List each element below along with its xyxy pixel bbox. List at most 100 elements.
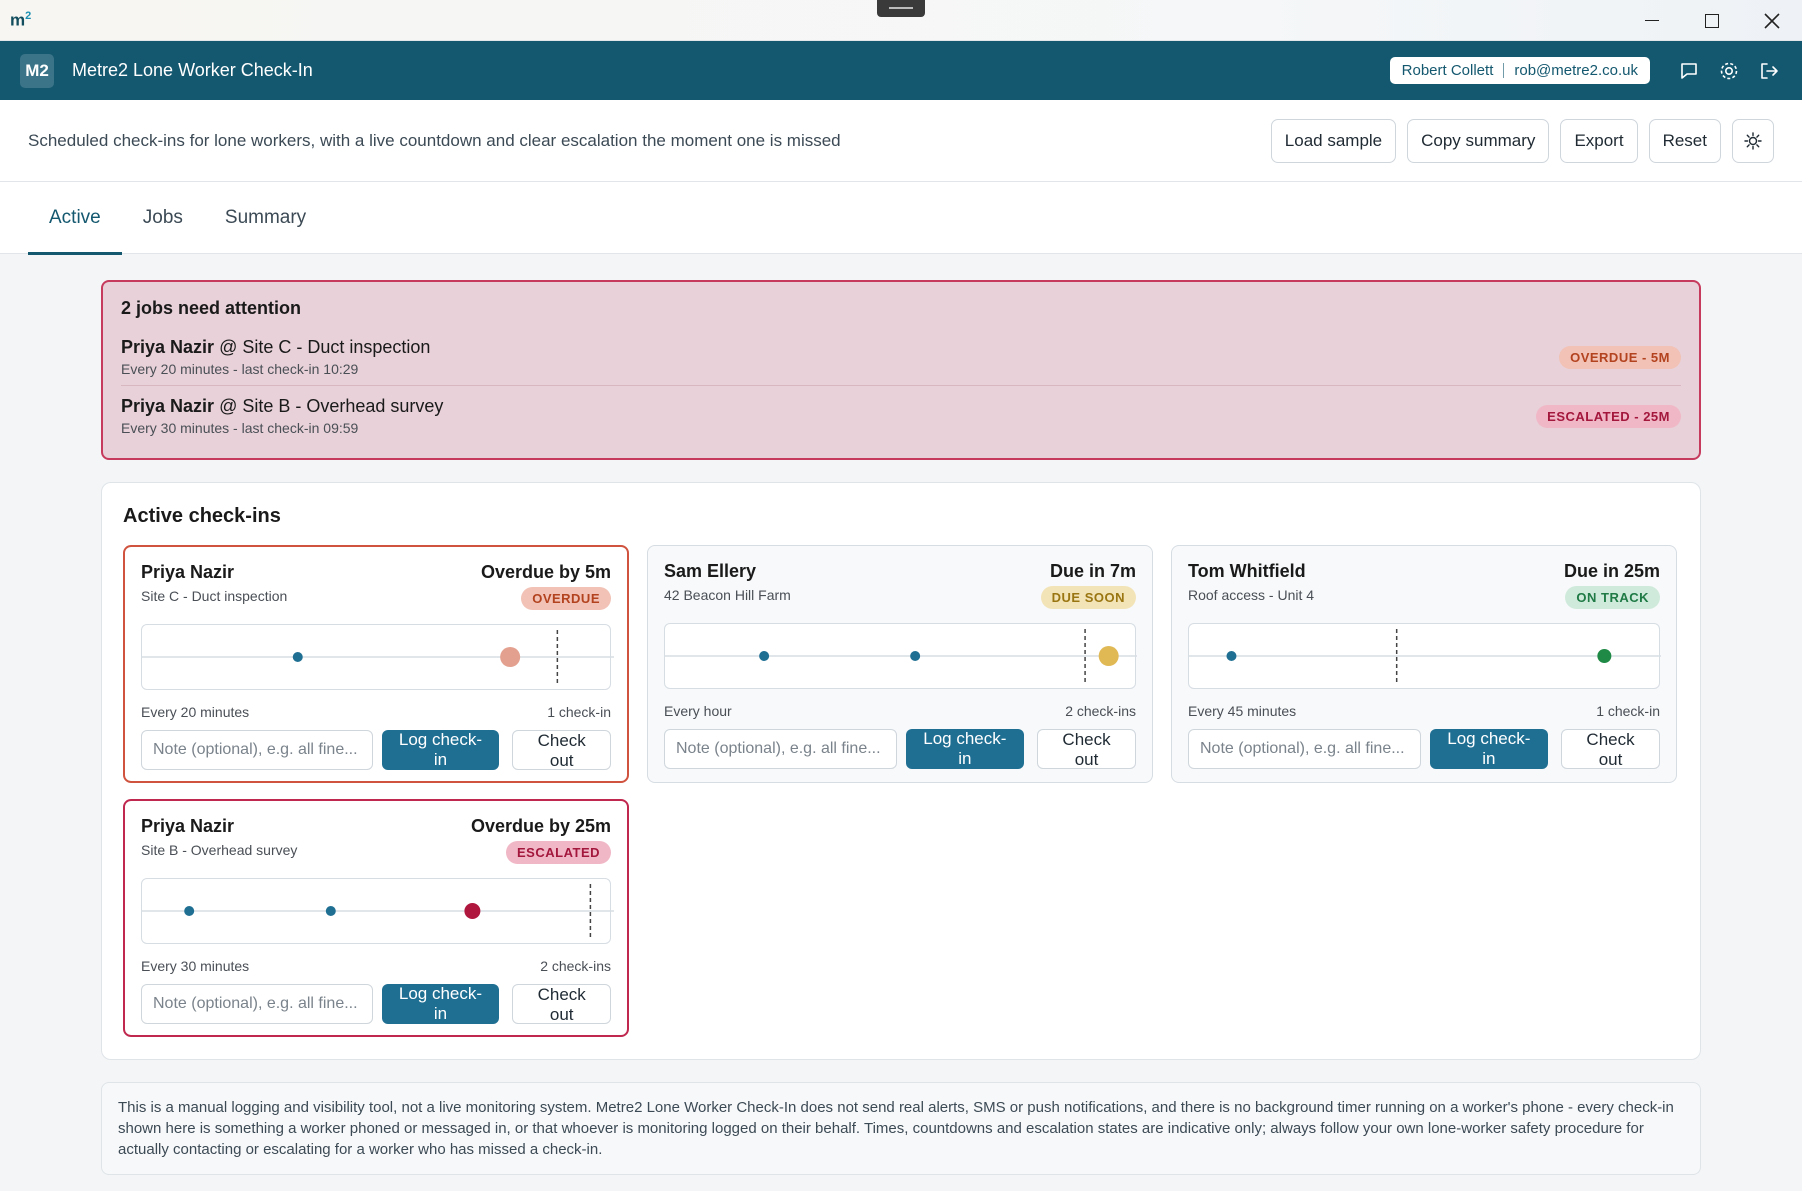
checkin-point — [1226, 651, 1237, 661]
checkin-timeline — [1188, 623, 1661, 689]
timeline-chart — [665, 629, 1137, 683]
section-title: Active check-ins — [123, 505, 281, 527]
worker-name: Sam Ellery — [664, 561, 757, 581]
checkin-count: 1 check-in — [1596, 703, 1660, 719]
checkin-card: Sam Ellery 42 Beacon Hill Farm Due in 7m… — [647, 545, 1153, 783]
checkin-card-grid: Priya Nazir Site C - Duct inspection Ove… — [123, 545, 1679, 1037]
checkin-timeline — [141, 878, 614, 944]
timeline-chart — [1189, 629, 1661, 683]
checkin-interval: Every 20 minutes — [141, 704, 250, 720]
attention-detail: Every 20 minutes - last check-in 10:29 — [121, 361, 359, 377]
checkin-interval: Every 30 minutes — [141, 958, 250, 974]
checkin-point — [292, 652, 303, 662]
close-window-button[interactable] — [1742, 0, 1802, 41]
divider — [1503, 63, 1505, 78]
log-checkin-button[interactable]: Log check-in — [905, 729, 1025, 769]
window-drag-handle[interactable] — [877, 0, 925, 17]
checkin-card: Priya Nazir Site B - Overhead survey Ove… — [123, 799, 629, 1037]
log-checkin-button[interactable]: Log check-in — [381, 984, 500, 1024]
status-badge: DUE SOON — [1040, 586, 1136, 609]
window-titlebar: m2 — [0, 0, 1802, 41]
sun-icon — [1744, 131, 1762, 150]
current-time-marker — [464, 903, 481, 919]
checkin-point — [325, 906, 336, 916]
user-account-pill[interactable]: Robert Collett rob@metre2.co.uk — [1389, 57, 1650, 84]
note-input[interactable] — [664, 729, 897, 769]
log-checkin-button[interactable]: Log check-in — [1429, 729, 1549, 769]
app-logo: m2 — [10, 10, 32, 30]
tab-summary[interactable]: Summary — [204, 182, 327, 254]
note-input[interactable] — [141, 730, 373, 770]
active-checkins-panel: Active check-ins Priya Nazir Site C - Du… — [101, 482, 1701, 1060]
tab-jobs[interactable]: Jobs — [122, 182, 204, 254]
status-badge: OVERDUE — [521, 587, 611, 610]
user-email: rob@metre2.co.uk — [1514, 62, 1638, 79]
checkin-count: 2 check-ins — [540, 958, 611, 974]
checkin-count: 1 check-in — [547, 704, 611, 720]
job-site: Site B - Overhead survey — [141, 842, 298, 858]
log-checkin-button[interactable]: Log check-in — [381, 730, 500, 770]
job-site: Site C - Duct inspection — [141, 588, 288, 604]
attention-banner: 2 jobs need attention Priya Nazir @ Site… — [101, 280, 1701, 460]
sign-out-icon — [1761, 62, 1778, 79]
gear-icon — [1720, 62, 1738, 79]
attention-job: Priya Nazir @ Site C - Duct inspection — [121, 337, 431, 357]
export-button[interactable]: Export — [1560, 118, 1638, 163]
page-toolbar: Scheduled check-ins for lone workers, wi… — [0, 100, 1802, 182]
app-header: M2 Metre2 Lone Worker Check-In Robert Co… — [0, 41, 1802, 100]
minimize-button[interactable] — [1622, 0, 1682, 41]
checkin-point — [184, 906, 195, 916]
overdue-badge: OVERDUE - 5M — [1559, 345, 1681, 369]
attention-detail: Every 30 minutes - last check-in 09:59 — [121, 420, 359, 436]
worker-name: Priya Nazir — [141, 816, 235, 836]
user-name: Robert Collett — [1401, 62, 1494, 79]
check-out-button[interactable]: Check out — [1037, 729, 1136, 769]
attention-job: Priya Nazir @ Site B - Overhead survey — [121, 396, 444, 416]
attention-item[interactable]: Priya Nazir @ Site B - Overhead survey E… — [121, 385, 1681, 444]
main-content: 2 jobs need attention Priya Nazir @ Site… — [101, 280, 1701, 1175]
checkin-timeline — [141, 624, 614, 690]
checkin-count: 2 check-ins — [1065, 703, 1136, 719]
countdown-status: Due in 7m — [1049, 561, 1136, 581]
note-input[interactable] — [1188, 729, 1421, 769]
sign-out-button[interactable] — [1756, 58, 1782, 84]
theme-toggle-button[interactable] — [1732, 118, 1774, 163]
checkin-card: Priya Nazir Site C - Duct inspection Ove… — [123, 545, 629, 783]
current-time-marker — [1597, 649, 1612, 663]
checkin-point — [759, 651, 770, 661]
checkin-card: Tom Whitfield Roof access - Unit 4 Due i… — [1171, 545, 1677, 783]
current-time-marker — [500, 647, 521, 667]
escalated-badge: ESCALATED - 25M — [1536, 404, 1681, 428]
worker-name: Priya Nazir — [141, 562, 235, 582]
note-input[interactable] — [141, 984, 373, 1024]
load-sample-button[interactable]: Load sample — [1270, 118, 1397, 163]
page-description: Scheduled check-ins for lone workers, wi… — [28, 130, 841, 150]
job-site: Roof access - Unit 4 — [1188, 587, 1315, 603]
checkin-point — [910, 651, 921, 661]
checkin-interval: Every 45 minutes — [1188, 703, 1297, 719]
messages-button[interactable] — [1676, 58, 1702, 84]
check-out-button[interactable]: Check out — [1561, 729, 1660, 769]
timeline-chart — [142, 630, 614, 684]
checkin-timeline — [664, 623, 1137, 689]
timeline-chart — [142, 884, 614, 938]
maximize-icon — [1705, 13, 1719, 28]
check-out-button[interactable]: Check out — [512, 984, 611, 1024]
countdown-status: Due in 25m — [1563, 561, 1660, 581]
check-out-button[interactable]: Check out — [512, 730, 611, 770]
attention-title: 2 jobs need attention — [121, 298, 302, 318]
status-badge: ESCALATED — [506, 841, 611, 864]
app-badge: M2 — [20, 53, 54, 88]
settings-button[interactable] — [1716, 58, 1742, 84]
tab-active[interactable]: Active — [28, 182, 122, 255]
countdown-status: Overdue by 5m — [480, 562, 611, 582]
app-title: Metre2 Lone Worker Check-In — [72, 60, 313, 80]
maximize-button[interactable] — [1682, 0, 1742, 41]
attention-item[interactable]: Priya Nazir @ Site C - Duct inspection E… — [121, 331, 1681, 385]
copy-summary-button[interactable]: Copy summary — [1407, 118, 1550, 163]
reset-button[interactable]: Reset — [1648, 118, 1721, 163]
disclaimer-notice: This is a manual logging and visibility … — [101, 1082, 1701, 1175]
close-icon — [1764, 12, 1780, 29]
job-site: 42 Beacon Hill Farm — [664, 587, 791, 603]
message-icon — [1681, 62, 1697, 79]
